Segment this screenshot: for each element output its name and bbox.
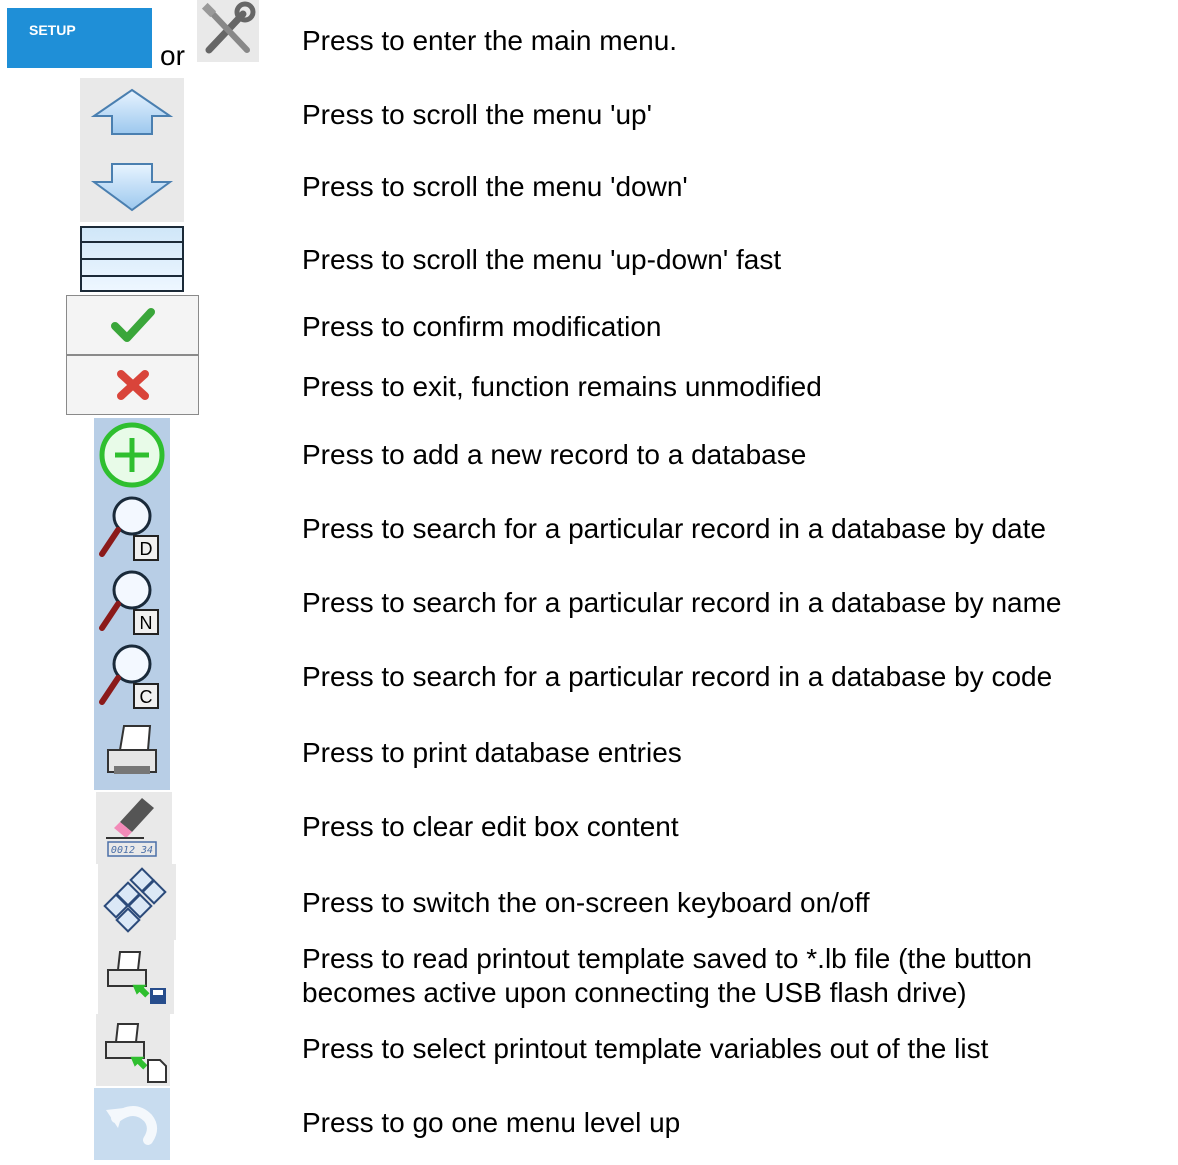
description-exit: Press to exit, function remains unmodifi… (302, 371, 822, 402)
setup-button[interactable]: SETUP (7, 8, 152, 68)
tools-icon[interactable] (197, 0, 259, 62)
search-date-letter: D (140, 539, 153, 559)
description-read-template-line1: Press to read printout template saved to… (302, 943, 1032, 974)
cross-icon[interactable] (66, 355, 199, 415)
eraser-display-text: 0012 34 (111, 845, 153, 856)
printer-icon[interactable] (94, 714, 170, 790)
description-add-record: Press to add a new record to a database (302, 439, 807, 470)
description-scroll-fast: Press to scroll the menu 'up-down' fast (302, 244, 782, 275)
description-search-code: Press to search for a particular record … (302, 661, 1053, 692)
or-label: or (160, 40, 185, 71)
search-code-letter: C (140, 687, 153, 707)
description-menu-level-up: Press to go one menu level up (302, 1107, 681, 1138)
search-code-icon[interactable]: C (94, 640, 170, 714)
description-scroll-down: Press to scroll the menu 'down' (302, 171, 688, 202)
add-record-icon[interactable] (94, 418, 170, 492)
description-search-name: Press to search for a particular record … (302, 587, 1062, 618)
description-print: Press to print database entries (302, 737, 682, 768)
search-date-icon[interactable]: D (94, 492, 170, 566)
description-read-template-line2: becomes active upon connecting the USB f… (302, 977, 967, 1008)
keyboard-icon[interactable] (98, 864, 176, 940)
checkmark-icon[interactable] (66, 295, 199, 355)
search-name-letter: N (140, 613, 153, 633)
eraser-icon[interactable]: 0012 34 (96, 792, 172, 864)
description-confirm: Press to confirm modification (302, 311, 662, 342)
select-variables-icon[interactable] (96, 1014, 170, 1086)
arrow-up-icon[interactable] (80, 78, 184, 150)
arrow-down-icon[interactable] (80, 150, 184, 222)
read-template-icon[interactable] (98, 940, 174, 1014)
scroll-fast-icon[interactable] (80, 226, 184, 292)
description-scroll-up: Press to scroll the menu 'up' (302, 99, 652, 130)
search-name-icon[interactable]: N (94, 566, 170, 640)
description-main-menu: Press to enter the main menu. (302, 25, 678, 56)
description-select-variables: Press to select printout template variab… (302, 1033, 989, 1064)
description-clear-edit-box: Press to clear edit box content (302, 811, 679, 842)
description-keyboard: Press to switch the on-screen keyboard o… (302, 887, 870, 918)
undo-icon[interactable] (94, 1088, 170, 1160)
description-search-date: Press to search for a particular record … (302, 513, 1046, 544)
